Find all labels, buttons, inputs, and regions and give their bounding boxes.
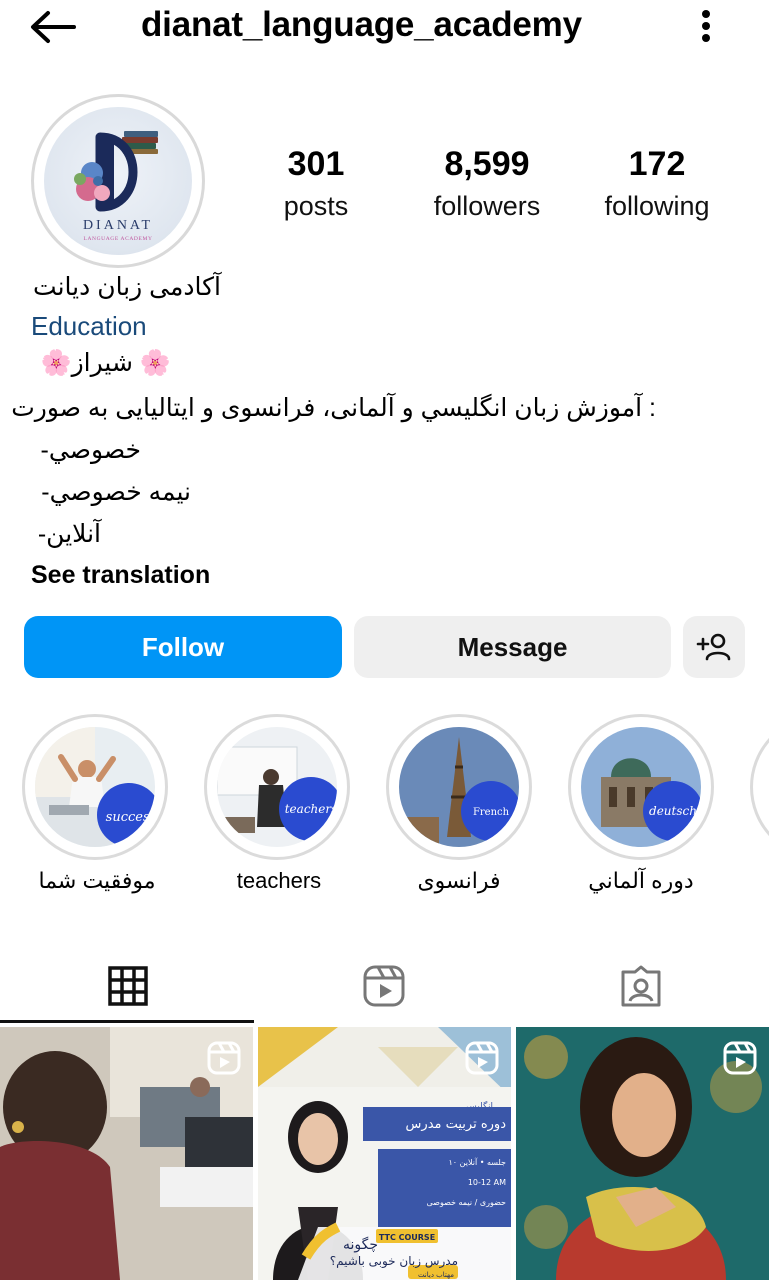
following-count: 172 — [628, 145, 686, 183]
highlight-label: فرانسوی — [417, 868, 501, 893]
stat-followers[interactable]: 8,599 followers — [424, 142, 550, 226]
avatar: DIANAT LANGUAGE ACADEMY — [44, 107, 192, 255]
bio-city: 🌸 شیراز🌸 — [40, 349, 171, 377]
tab-tagged[interactable] — [513, 950, 769, 1022]
highlight-cover: deutsch — [581, 727, 701, 847]
highlight-ring: teachers — [204, 714, 350, 860]
highlight-partial[interactable] — [750, 714, 769, 864]
svg-text:چگونه: چگونه — [343, 1236, 378, 1253]
profile-username: dianat_language_academy — [141, 5, 582, 44]
highlight-label: teachers — [236, 868, 322, 893]
followers-label: followers — [433, 191, 541, 221]
highlight-ring: French — [386, 714, 532, 860]
svg-text:حضوری / نیمه خصوصی: حضوری / نیمه خصوصی — [427, 1198, 507, 1207]
svg-text:teachers: teachers — [285, 802, 337, 816]
svg-text:French: French — [473, 807, 510, 818]
highlight-cover: teachers — [217, 727, 337, 847]
svg-text:TTC COURSE: TTC COURSE — [379, 1233, 435, 1242]
svg-text:دوره تربیت مدرس: دوره تربیت مدرس — [406, 1117, 507, 1132]
bio-display-name: آکادمی زبان دیانت — [33, 273, 221, 301]
highlight-label: موفقیت شما — [38, 868, 156, 893]
dianat-logo: DIANAT LANGUAGE ACADEMY — [74, 131, 158, 242]
bio-line-private: خصوصي- — [40, 436, 141, 464]
highlight-ring: success — [22, 714, 168, 860]
bio-line-online: آنلاین- — [37, 520, 101, 548]
add-user-icon — [696, 633, 731, 661]
reels-icon — [363, 965, 405, 1007]
see-translation-link[interactable]: See translation — [31, 557, 210, 593]
svg-text:۱۰ جلسه • آنلاین: ۱۰ جلسه • آنلاین — [448, 1157, 506, 1167]
vertical-dots-icon — [702, 10, 710, 42]
tab-posts-grid[interactable] — [0, 950, 256, 1022]
arrow-left-icon — [31, 11, 76, 43]
svg-text:success: success — [106, 810, 155, 825]
reel-icon — [207, 1041, 241, 1075]
reel-icon — [723, 1041, 757, 1075]
tab-reels[interactable] — [256, 950, 512, 1022]
bio-description: : آموزش زبان انگلیسي و آلمانی، فرانسوی و… — [11, 394, 656, 422]
following-label: following — [604, 191, 710, 221]
profile-avatar-ring[interactable]: DIANAT LANGUAGE ACADEMY — [31, 94, 205, 268]
followers-count: 8,599 — [444, 145, 530, 183]
follow-button[interactable]: Follow — [24, 616, 342, 678]
stat-posts: 301 posts — [270, 142, 362, 226]
grid-post-2[interactable]: دوره تربیت مدرس انگلیسی ۱۰ جلسه • آنلاین… — [258, 1027, 511, 1280]
highlight-ring — [750, 714, 769, 860]
grid-post-1[interactable] — [0, 1027, 253, 1280]
more-options-button[interactable] — [690, 6, 722, 46]
highlight-cover: success — [35, 727, 155, 847]
svg-text:deutsch: deutsch — [649, 804, 697, 818]
posts-count: 301 — [287, 145, 345, 183]
bio-line-semi-private: نیمه خصوصي- — [41, 478, 191, 506]
svg-text:مدرس زبان خوبی باشیم؟: مدرس زبان خوبی باشیم؟ — [330, 1254, 458, 1269]
suggested-users-button[interactable] — [683, 616, 745, 678]
tagged-icon — [621, 965, 661, 1007]
bio-category: Education — [31, 311, 147, 341]
top-bar: dianat_language_academy — [0, 0, 769, 56]
grid-post-3[interactable] — [516, 1027, 769, 1280]
back-button[interactable] — [28, 6, 82, 48]
stat-following[interactable]: 172 following — [594, 142, 720, 226]
svg-text:LANGUAGE ACADEMY: LANGUAGE ACADEMY — [83, 236, 152, 242]
posts-label: posts — [283, 191, 349, 221]
svg-text:مهتاب دیانت: مهتاب دیانت — [418, 1271, 454, 1279]
highlight-ring: deutsch — [568, 714, 714, 860]
active-tab-indicator — [0, 1020, 254, 1023]
svg-text:DIANAT: DIANAT — [83, 218, 153, 233]
svg-text:10-12 AM: 10-12 AM — [468, 1178, 506, 1187]
message-button[interactable]: Message — [354, 616, 671, 678]
highlight-cover: French — [399, 727, 519, 847]
grid-icon — [108, 966, 148, 1006]
svg-text:انگلیسی: انگلیسی — [462, 1100, 493, 1112]
reel-icon — [465, 1041, 499, 1075]
highlight-label: دوره آلماني — [588, 868, 694, 893]
